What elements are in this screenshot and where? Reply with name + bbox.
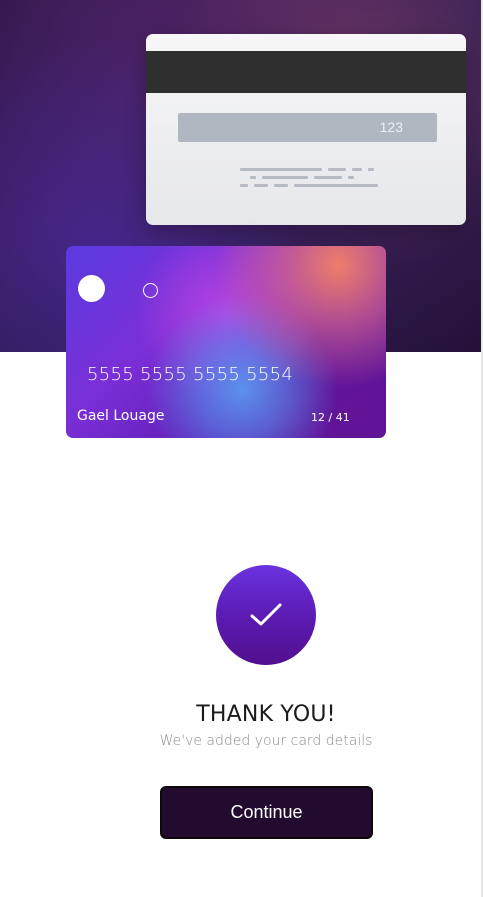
confirmation-subtitle: We've added your card details	[159, 733, 373, 749]
continue-button[interactable]: Continue	[160, 786, 373, 839]
signature-strip: 123	[178, 113, 437, 142]
credit-card-back: 123	[146, 34, 466, 225]
card-number: 5555 5555 5555 5554	[87, 364, 294, 385]
card-fine-print-line	[240, 184, 378, 187]
card-fine-print-line	[250, 176, 354, 179]
card-chip-icon	[78, 275, 105, 302]
success-badge	[216, 565, 316, 665]
card-holder-name: Gael Louage	[77, 408, 165, 424]
checkmark-icon	[250, 603, 282, 626]
card-cvv: 123	[379, 119, 403, 135]
contactless-icon	[143, 283, 158, 298]
card-fine-print-line	[240, 168, 374, 171]
card-expiry: 12 / 41	[311, 411, 350, 424]
credit-card-front: 5555 5555 5555 5554 Gael Louage 12 / 41	[66, 246, 386, 438]
confirmation-title: THANK YOU!	[196, 702, 336, 727]
card-added-screen: 123 5555 5555 5555 5554 Gael Louage 12 /…	[0, 0, 483, 897]
magnetic-stripe	[146, 51, 466, 93]
